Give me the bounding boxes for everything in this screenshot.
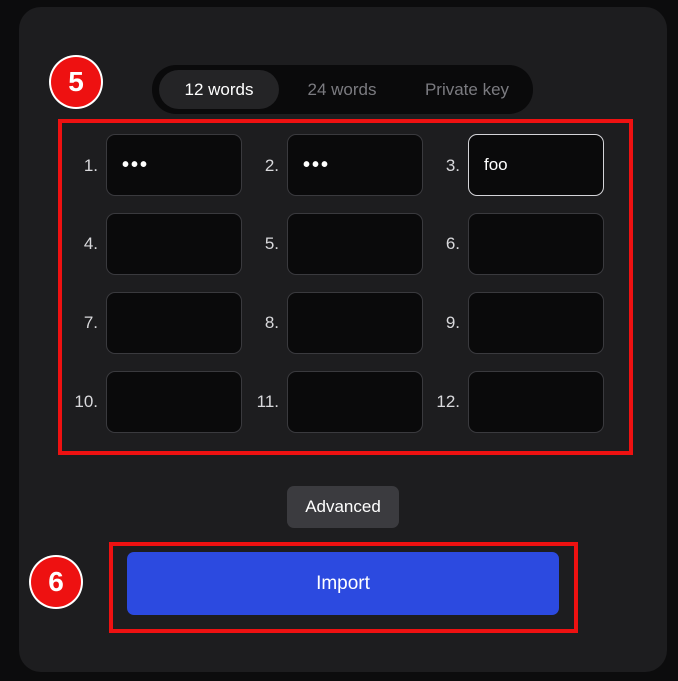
- annotation-box-6: [109, 542, 578, 633]
- word-count-selector: 12 words 24 words Private key: [152, 65, 533, 114]
- tab-24-words[interactable]: 24 words: [287, 70, 397, 109]
- advanced-button[interactable]: Advanced: [287, 486, 399, 528]
- tab-12-words[interactable]: 12 words: [159, 70, 279, 109]
- annotation-box-5: [58, 119, 633, 455]
- annotation-badge-5: 5: [51, 57, 101, 107]
- annotation-badge-6: 6: [31, 557, 81, 607]
- tab-private-key[interactable]: Private key: [405, 70, 529, 109]
